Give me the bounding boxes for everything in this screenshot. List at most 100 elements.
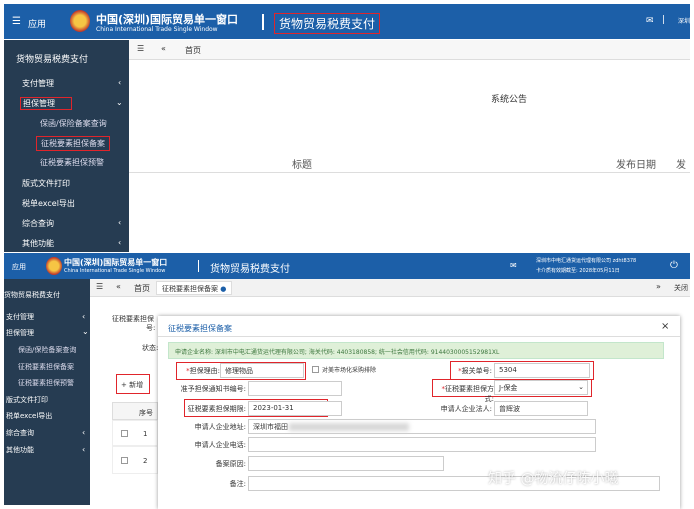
guarantee-reason-value: 修理物品 — [225, 367, 253, 375]
filing-reason-label: 备案原因: — [215, 460, 246, 468]
tab-tax-filing[interactable]: 征税要素担保备案 ● — [156, 281, 233, 295]
guarantee-method-select[interactable]: J-保金 ⌄ — [494, 380, 588, 395]
table-row[interactable]: 1 — [112, 420, 158, 446]
sidebar-item-excel[interactable]: 税单excel导出 — [22, 198, 75, 209]
sidebar-item-other[interactable]: 其他功能 — [22, 238, 54, 249]
address-input[interactable]: 深圳市福田 — [248, 419, 596, 434]
divider-2: | — [662, 15, 666, 25]
tab-home[interactable]: 首页 — [134, 283, 150, 294]
close-icon[interactable]: ● — [220, 285, 226, 293]
guarantee-reason-select[interactable]: 修理物品 — [220, 363, 304, 378]
market-checkbox-label: 对美市场化采购排除 — [322, 367, 377, 374]
tab-tax-filing-label: 征税要素担保备案 — [162, 285, 218, 293]
sidebar-item-tax-warning[interactable]: 征税要素担保预警 — [40, 157, 104, 168]
close-tabs[interactable]: 关闭 — [674, 283, 688, 293]
col-extra: 发 — [676, 160, 686, 171]
add-button[interactable]: + 新增 — [116, 374, 150, 394]
add-button-label: + 新增 — [121, 381, 144, 389]
company-info-text: 申请企业名称: 深圳市中电汇通货运代理有限公司; 海关代码: 440318085… — [175, 349, 500, 356]
divider — [198, 260, 199, 272]
sidebar-item-other[interactable]: 其他功能 — [6, 445, 34, 455]
close-icon[interactable]: × — [661, 321, 669, 332]
sidebar-item-bond-query[interactable]: 保函/保险备案查询 — [40, 118, 107, 129]
guarantee-method-value: J-保金 — [499, 384, 518, 392]
menu-icon[interactable]: ☰ — [137, 44, 144, 53]
sidebar-item-payment[interactable]: 支付管理 — [22, 78, 54, 89]
chevron-left-icon: ‹ — [118, 78, 122, 87]
filing-reason-input[interactable] — [248, 456, 444, 471]
col-title: 标题 — [292, 160, 312, 171]
guarantee-method-label: *征税要素担保方式: — [441, 385, 495, 403]
sidebar-top: 货物贸易税费支付 支付管理 ‹ 担保管理 ⌄ 保函/保险备案查询 征税要素担保备… — [4, 40, 129, 252]
app-label-2[interactable]: 应用 — [12, 262, 26, 272]
mail-icon[interactable]: ✉ — [510, 261, 517, 270]
next-tab-icon[interactable]: » — [656, 282, 661, 291]
app-label[interactable]: 应用 — [28, 17, 46, 30]
prev-tab-icon[interactable]: « — [116, 282, 121, 291]
watermark-text: 知乎 @物流仔陈小曦 — [488, 471, 619, 487]
row-seq: 2 — [143, 457, 148, 465]
chevron-left-icon: ‹ — [82, 445, 86, 454]
guarantee-reason-label: *担保理由: — [186, 367, 220, 375]
en-title: China International Trade Single Window — [96, 26, 218, 33]
menu-icon[interactable]: ☰ — [96, 282, 103, 291]
cn-title-2: 中国(深圳)国际贸易单一窗口 — [64, 258, 168, 267]
grid-icon[interactable]: ☰ — [12, 16, 21, 27]
col-divider — [129, 172, 690, 173]
sidebar-item-tax-warning[interactable]: 征税要素担保预警 — [18, 378, 74, 388]
phone-label: 申请人企业电话: — [194, 441, 246, 449]
prev-tab-icon[interactable]: « — [161, 44, 166, 53]
sidebar-item-payment[interactable]: 支付管理 — [6, 312, 34, 322]
declaration-no-value: 5304 — [499, 366, 517, 374]
sidebar-item-query[interactable]: 综合查询 — [22, 218, 54, 229]
emblem-icon — [70, 10, 90, 32]
bottom-tab-bar: ☰ « 首页 征税要素担保备案 ● » 关闭 — [90, 279, 690, 297]
col-seq: 序号 — [139, 409, 153, 417]
chevron-left-icon: ‹ — [118, 218, 122, 227]
chevron-down-icon: ⌄ — [578, 383, 584, 391]
row-seq: 1 — [143, 430, 148, 438]
notice-no-label: 准予担保通知书编号: — [180, 385, 246, 393]
market-checkbox[interactable] — [312, 366, 319, 373]
mail-icon[interactable]: ✉ — [646, 16, 654, 26]
en-title-2: China International Trade Single Window — [64, 268, 166, 274]
power-icon[interactable]: ⏻ — [670, 260, 678, 271]
sidebar-item-tax-filing[interactable]: 征税要素担保备案 — [36, 136, 110, 151]
row-checkbox[interactable] — [121, 430, 128, 437]
user-line1: 深圳市中电汇通货运代理有限公司 zdht8378 — [536, 258, 637, 264]
row-checkbox[interactable] — [121, 457, 128, 464]
sidebar-item-excel[interactable]: 税单excel导出 — [6, 411, 52, 421]
sidebar-item-print[interactable]: 版式文件打印 — [22, 178, 70, 189]
bottom-header-bar: 应用 中国(深圳)国际贸易单一窗口 China International Tr… — [4, 253, 690, 279]
col-date: 发布日期 — [616, 160, 656, 171]
deadline-input[interactable]: 2023-01-31 — [248, 401, 342, 416]
sidebar-item-print[interactable]: 版式文件打印 — [6, 395, 48, 405]
legal-person-value: 曾辉波 — [499, 405, 520, 413]
bg-label-3: 状态: — [142, 344, 159, 352]
legal-person-label: 申请人企业法人: — [440, 405, 492, 413]
sidebar-item-guarantee[interactable]: 担保管理 — [6, 328, 34, 338]
company-info-banner: 申请企业名称: 深圳市中电汇通货运代理有限公司; 海关代码: 440318085… — [168, 342, 664, 359]
table-row[interactable]: 2 — [112, 446, 158, 474]
phone-input[interactable] — [248, 437, 596, 452]
declaration-no-input[interactable]: 5304 — [494, 363, 590, 378]
notice-no-input[interactable] — [248, 381, 342, 396]
address-label: 申请人企业地址: — [194, 423, 246, 431]
page-title: 货物贸易税费支付 — [274, 13, 381, 34]
sidebar-item-bond-query[interactable]: 保函/保险备案查询 — [18, 345, 76, 355]
address-value: 深圳市福田 — [253, 423, 288, 431]
modal-title: 征税要素担保备案 — [168, 324, 232, 333]
tab-home[interactable]: 首页 — [185, 45, 201, 56]
remark-label: 备注: — [229, 480, 246, 488]
deadline-value: 2023-01-31 — [253, 404, 294, 412]
bg-table-header: 序号 — [112, 402, 158, 420]
sidebar-item-query[interactable]: 综合查询 — [6, 428, 34, 438]
sidebar-item-guarantee[interactable]: 担保管理 — [20, 97, 72, 110]
sidebar-header-2: 货物贸易税费支付 — [4, 291, 60, 299]
top-tab-bar: ☰ « 首页 — [129, 40, 690, 60]
legal-person-input[interactable]: 曾辉波 — [494, 401, 588, 416]
emblem-icon — [46, 257, 62, 275]
sidebar-item-tax-filing[interactable]: 征税要素担保备案 — [18, 362, 74, 372]
chevron-down-icon: ⌄ — [82, 327, 89, 336]
address-redaction — [289, 423, 409, 431]
